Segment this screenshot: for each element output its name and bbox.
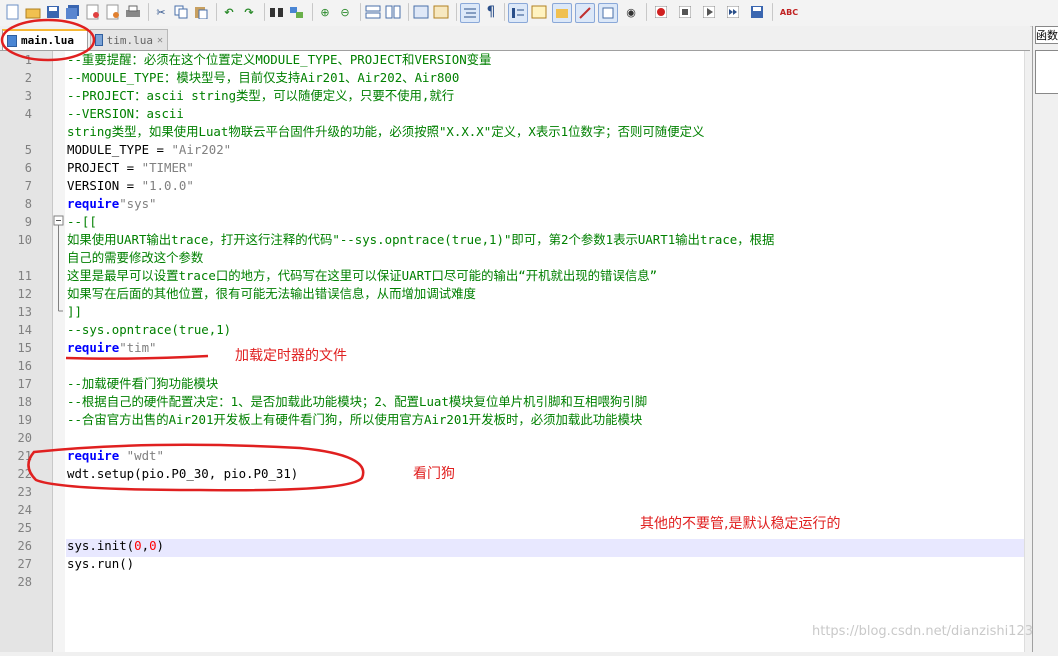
tab-circle-mark xyxy=(0,18,96,62)
wdt-circle-mark xyxy=(27,443,365,492)
annotation-markup xyxy=(0,18,365,492)
watermark: https://blog.csdn.net/dianzishi123 xyxy=(812,624,1033,639)
annotation-wdt: 看门狗 xyxy=(413,466,455,482)
annotation-others: 其他的不要管,是默认稳定运行的 xyxy=(640,516,841,532)
annotation-tim: 加载定时器的文件 xyxy=(235,348,347,364)
underline-mark xyxy=(65,354,209,360)
